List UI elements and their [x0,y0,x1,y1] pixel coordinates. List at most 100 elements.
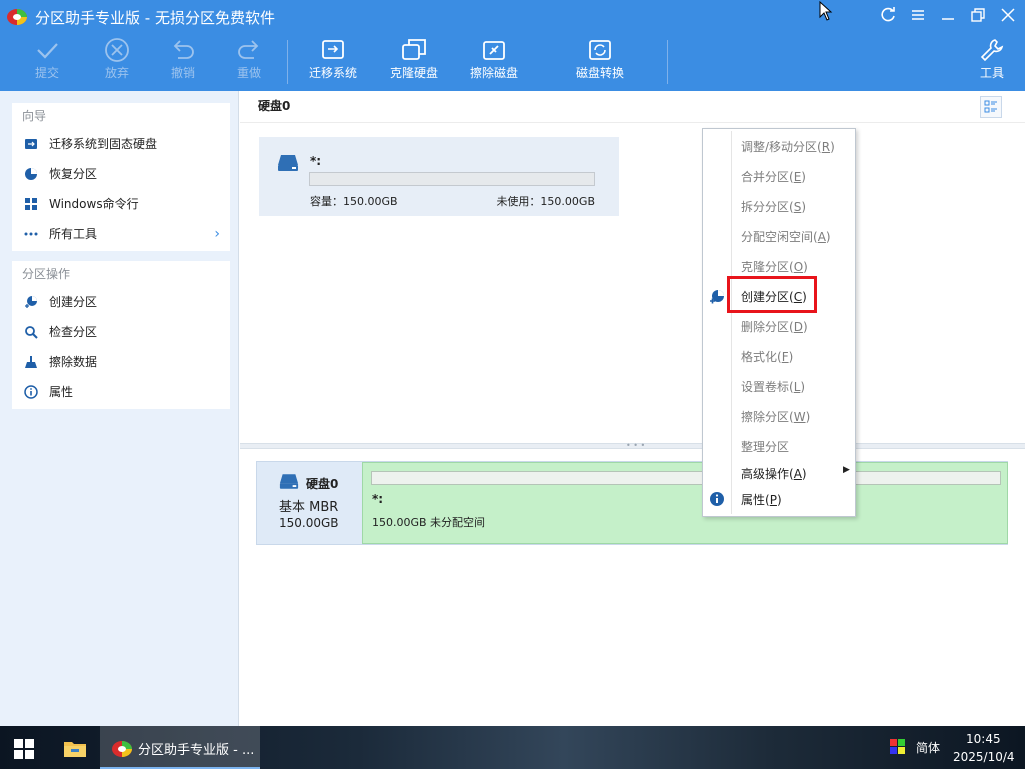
sidebar-item-properties[interactable]: 属性 [12,377,230,407]
wipe-disk-button[interactable]: 擦除磁盘 [466,36,522,88]
clock-date[interactable]: 2025/10/4 [953,750,1015,764]
close-icon[interactable] [998,6,1018,26]
menu-item-suffix: ) [801,170,806,184]
ssd-migrate-icon [25,139,37,149]
sidebar-item-check-partition[interactable]: 检查分区 [12,317,230,347]
wipe-data-icon [25,356,37,368]
sidebar-item-migrate-ssd[interactable]: 迁移系统到固态硬盘 [12,129,230,159]
menu-item-suffix: ) [801,467,807,481]
context-menu-item[interactable]: 格式化(F) [741,348,793,365]
menu-item-suffix: ) [803,260,808,274]
menu-item-suffix: ) [800,380,806,394]
info-icon [24,385,38,399]
window-title: 分区助手专业版 - 无损分区免费软件 [35,9,275,27]
context-menu-item[interactable]: 调整/移动分区(R) [741,138,835,155]
wrench-icon [980,39,1004,62]
file-explorer-icon[interactable] [63,738,87,758]
discard-button[interactable]: 放弃 [94,36,140,88]
check-icon [37,43,58,59]
minimize-icon[interactable] [938,6,958,26]
menu-item-suffix: ) [802,320,808,334]
menu-item-label: 设置卷标( [741,380,794,394]
menu-item-suffix: ) [830,140,835,154]
menu-item-label: 拆分分区( [741,200,794,214]
unallocated-name: *: [372,492,384,506]
menu-item-label: 分配空闲空间( [741,230,818,244]
clone-disk-icon [402,39,426,60]
pane-splitter[interactable]: • • • [240,442,1025,450]
sidebar-item-restore-partition[interactable]: 恢复分区 [12,159,230,189]
menu-item-accelerator: F [781,350,789,364]
chevron-right-icon: › [214,226,220,242]
color-tray-icon[interactable] [890,739,905,754]
context-menu-item[interactable]: 设置卷标(L) [741,378,805,395]
context-menu: 调整/移动分区(R) 合并分区(E) 拆分分区(S) 分配空闲空间(A) 克隆分区(O)… [702,128,856,517]
context-menu-item[interactable]: 擦除分区(W) [741,408,810,425]
submenu-arrow-icon: ▶ [843,465,850,475]
sidebar-item-create-partition[interactable]: 创建分区 [12,287,230,317]
disk-convert-icon [589,40,611,60]
undo-icon [173,40,194,59]
sidebar-item-all-tools[interactable]: 所有工具 › [12,219,230,249]
menu-item-suffix: ) [801,200,806,214]
context-menu-item[interactable]: 克隆分区(O) [741,258,808,275]
hard-disk-icon [279,474,299,489]
view-toggle-icon[interactable] [980,96,1002,118]
toolbar-divider [667,40,668,84]
disk-convert-button[interactable]: 磁盘转换 [572,36,628,88]
menu-icon[interactable] [908,6,928,26]
context-menu-item[interactable]: 分配空闲空间(A) [741,228,831,245]
toolbar-divider [287,40,288,84]
context-menu-item[interactable]: 拆分分区(S) [741,198,806,215]
unallocated-partition-block[interactable]: *: 150.00GB 未分配空间 [362,462,1008,544]
menu-item-suffix: ) [825,230,831,244]
menu-item-label: 调整/移动分区( [741,140,822,154]
undo-button[interactable]: 撤销 [160,36,206,88]
disk-map-row: 硬盘0 基本 MBR 150.00GB *: 150.00GB 未分配空间 [256,461,1008,545]
sidebar-item-windows-cmd[interactable]: Windows命令行 [12,189,230,219]
windows-start-icon[interactable] [13,738,35,760]
wizard-title: 向导 [22,109,47,123]
partition-name: *: [310,154,322,168]
title-bar: 分区助手专业版 - 无损分区免费软件 [0,0,1025,32]
left-panel: 向导 迁移系统到固态硬盘 恢复分区 Windows命令行 所有工具 › 分区操作… [0,91,239,726]
menu-item-label: 高级操作( [741,467,794,481]
tools-button[interactable]: 工具 [972,36,1012,88]
partition-capacity: 容量：150.00GB [310,195,398,208]
context-menu-item[interactable]: 合并分区(E) [741,168,806,185]
context-menu-item[interactable]: 整理分区 [741,438,789,455]
restore-icon[interactable] [968,6,988,26]
migrate-os-button[interactable]: 迁移系统 [304,36,362,88]
menu-item-suffix: ) [788,350,794,364]
disk-type: 基本 MBR [279,500,339,515]
menu-item-accelerator: R [821,140,831,154]
menu-item-label: 格式化( [741,350,782,364]
context-menu-item[interactable]: 高级操作(A) [741,465,807,482]
cancel-circle-icon [105,38,129,62]
disk-header: 硬盘0 [258,99,291,113]
partition-card[interactable]: *: 容量：150.00GB 未使用：150.00GB [259,137,619,216]
menu-item-accelerator: P [769,493,777,507]
app-logo-icon [112,741,132,757]
menu-item-accelerator: A [817,230,826,244]
refresh-icon[interactable] [878,6,898,26]
redo-button[interactable]: 重做 [226,36,272,88]
menu-item-accelerator: W [793,410,806,424]
menu-gutter [731,131,732,514]
context-menu-item[interactable]: 删除分区(D) [741,318,808,335]
taskbar-app-button[interactable]: 分区助手专业版 - ... [100,726,260,769]
clone-disk-button[interactable]: 克隆硬盘 [386,36,442,88]
commit-button[interactable]: 提交 [24,36,70,88]
menu-item-accelerator: D [793,320,803,334]
create-partition-icon [25,296,37,308]
menu-item-accelerator: A [793,467,802,481]
disk-info[interactable]: 硬盘0 基本 MBR 150.00GB [257,462,361,544]
sidebar-item-wipe-data[interactable]: 擦除数据 [12,347,230,377]
unallocated-bar [371,471,1001,485]
context-menu-item[interactable]: 属性(P) [741,491,782,508]
menu-item-suffix: ) [776,493,782,507]
ime-indicator[interactable]: 简体 [916,739,940,756]
disk-size: 150.00GB [279,516,339,530]
clock-time[interactable]: 10:45 [966,732,1001,746]
partition-ops-title: 分区操作 [22,267,71,281]
